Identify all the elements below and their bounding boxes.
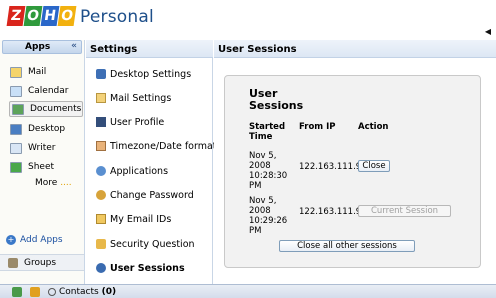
app-item-calendar[interactable]: Calendar	[10, 83, 84, 99]
groups-label: Groups	[24, 257, 57, 268]
user-status-icon[interactable]	[12, 286, 22, 297]
writer-icon	[10, 142, 22, 154]
sheet-icon	[10, 161, 22, 173]
logo-letter: O	[23, 6, 43, 26]
top-bar: Z O H O Personal ◀	[0, 0, 496, 40]
add-apps-label: Add Apps	[20, 235, 63, 245]
key-icon	[96, 190, 106, 200]
collapse-apps-icon[interactable]: «	[71, 41, 77, 51]
settings-panel: Settings Desktop Settings Mail Settings …	[86, 40, 217, 284]
app-item-label: Sheet	[28, 162, 55, 172]
main-panel: User Sessions User Sessions Started Time…	[214, 40, 496, 284]
desktop-icon	[10, 123, 22, 135]
settings-item-user-sessions[interactable]: User Sessions	[96, 261, 213, 275]
app-item-label: Documents	[30, 104, 82, 114]
settings-item-applications[interactable]: Applications	[96, 164, 213, 178]
mail-settings-icon	[96, 93, 106, 103]
contacts-status-icon	[48, 287, 56, 296]
status-bar: Contacts (0)	[0, 284, 496, 298]
groups-icon	[8, 257, 18, 268]
desktop-settings-icon	[96, 69, 106, 79]
close-session-button[interactable]: Close	[358, 160, 390, 172]
settings-item-label: Applications	[110, 165, 169, 177]
email-ids-icon	[96, 214, 106, 224]
apps-header: Apps «	[2, 40, 82, 54]
settings-item-desktop-settings[interactable]: Desktop Settings	[96, 67, 213, 81]
settings-item-label: User Sessions	[110, 262, 185, 274]
alert-icon[interactable]	[30, 286, 40, 297]
timezone-icon	[96, 141, 106, 151]
session-time: Nov 5, 2008 10:28:30 PM	[249, 151, 288, 191]
close-all-sessions-button[interactable]: Close all other sessions	[279, 240, 415, 252]
logo-letter: O	[57, 6, 77, 26]
current-session-button: Current Session	[358, 205, 451, 217]
app-item-label: Calendar	[28, 86, 69, 96]
settings-item-user-profile[interactable]: User Profile	[96, 115, 213, 129]
app-item-label: Writer	[28, 143, 56, 153]
settings-item-security-question[interactable]: Security Question	[96, 237, 213, 251]
app-item-documents[interactable]: Documents	[9, 101, 83, 117]
settings-item-change-password[interactable]: Change Password	[96, 188, 213, 202]
contacts-count: (0)	[101, 286, 117, 297]
add-icon: +	[6, 235, 16, 245]
settings-item-timezone[interactable]: Timezone/Date format	[96, 139, 217, 153]
settings-item-label: Timezone/Date format	[110, 140, 217, 152]
settings-item-label: My Email IDs	[110, 213, 172, 225]
product-title: Personal	[80, 7, 154, 27]
logo-letter: H	[40, 6, 60, 26]
user-sessions-icon	[96, 263, 106, 273]
more-apps-link[interactable]: More ....	[35, 178, 72, 188]
settings-item-label: Change Password	[110, 189, 194, 201]
documents-icon	[12, 103, 24, 115]
more-dots: ....	[60, 178, 72, 188]
user-profile-icon	[96, 117, 106, 127]
add-apps-link[interactable]: + Add Apps	[6, 235, 63, 245]
settings-item-label: User Profile	[110, 116, 165, 128]
app-item-sheet[interactable]: Sheet	[10, 159, 84, 175]
app-item-mail[interactable]: Mail	[10, 64, 84, 80]
calendar-icon	[10, 85, 22, 97]
app-item-writer[interactable]: Writer	[10, 140, 84, 156]
mail-icon	[10, 66, 22, 78]
column-from-ip: From IP	[299, 122, 336, 132]
settings-item-label: Desktop Settings	[110, 68, 192, 80]
security-question-icon	[96, 239, 106, 249]
main-header: User Sessions	[214, 40, 496, 58]
applications-icon	[96, 166, 106, 176]
settings-item-label: Security Question	[110, 238, 195, 250]
logo-letter: Z	[6, 6, 26, 26]
apps-sidebar: Apps « Mail Calendar Documents Desktop W…	[0, 40, 85, 284]
sessions-title: User Sessions	[249, 87, 304, 112]
sessions-box: User Sessions Started Time From IP Actio…	[224, 75, 481, 268]
settings-header: Settings	[86, 40, 213, 58]
apps-header-label: Apps	[25, 42, 51, 52]
settings-item-label: Mail Settings	[110, 92, 172, 104]
session-ip: 122.163.111.9	[299, 162, 362, 172]
contacts-item[interactable]: Contacts (0)	[48, 287, 116, 297]
column-action: Action	[358, 122, 389, 132]
app-item-desktop[interactable]: Desktop	[10, 121, 84, 137]
column-started-time: Started Time	[249, 122, 286, 142]
settings-item-mail-settings[interactable]: Mail Settings	[96, 91, 213, 105]
collapse-arrow-icon[interactable]: ◀	[484, 28, 492, 36]
contacts-label: Contacts	[59, 286, 99, 297]
settings-item-email-ids[interactable]: My Email IDs	[96, 212, 213, 226]
app-item-label: Mail	[28, 67, 47, 77]
app-item-label: Desktop	[28, 124, 66, 134]
groups-item[interactable]: Groups	[0, 254, 84, 271]
session-time: Nov 5, 2008 10:29:26 PM	[249, 196, 288, 236]
session-ip: 122.163.111.9	[299, 207, 362, 217]
zoho-logo[interactable]: Z O H O	[6, 6, 77, 26]
more-label: More	[35, 178, 58, 188]
